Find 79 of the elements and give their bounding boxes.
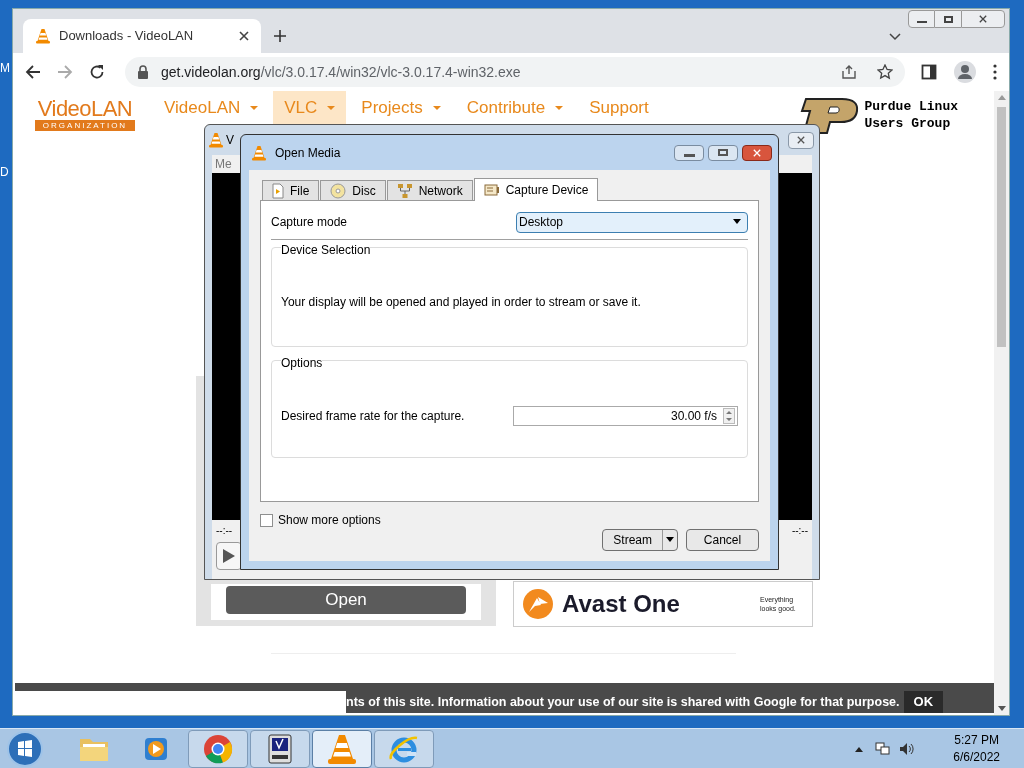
chevron-down-icon[interactable] [889, 30, 901, 42]
caret-icon [327, 105, 336, 111]
capture-mode-dropdown[interactable]: Desktop [516, 211, 748, 233]
logo-subtitle: ORGANIZATION [35, 120, 135, 131]
taskbar-app-button[interactable] [250, 729, 310, 768]
scrollbar-thumb[interactable] [997, 107, 1006, 347]
dialog-tab[interactable]: File [262, 180, 320, 200]
info-text: Your display will be opened and played in order to stream or save it. [281, 294, 642, 311]
chrome-icon [202, 732, 234, 765]
maximize-button[interactable] [935, 10, 961, 28]
clock[interactable]: 5:27 PM 6/6/2022 [953, 731, 1000, 766]
reload-icon[interactable] [89, 64, 105, 80]
back-arrow-icon[interactable] [25, 64, 41, 80]
menu-item[interactable]: Me [215, 155, 232, 173]
elapsed-time: --:-- [216, 523, 233, 538]
stream-split-button[interactable]: Stream [602, 529, 678, 551]
lock-icon [137, 65, 149, 79]
open-button[interactable]: Open [226, 586, 466, 614]
computer-icon [266, 732, 294, 765]
share-icon[interactable] [841, 64, 857, 80]
dropdown-arrow-icon[interactable] [666, 537, 674, 543]
capture-card-icon [483, 182, 500, 198]
taskbar-app-button[interactable] [312, 729, 372, 768]
close-icon [797, 136, 805, 144]
side-panel-icon[interactable] [921, 64, 937, 80]
close-icon [239, 31, 249, 41]
profile-icon[interactable] [953, 60, 977, 84]
field-label: Desired frame rate for the capture. [281, 408, 466, 425]
dialog-tab[interactable]: Network [386, 180, 473, 200]
traffic-cone-icon [35, 28, 51, 44]
cancel-button[interactable]: Cancel [686, 529, 759, 551]
traffic-cone-icon [208, 132, 224, 148]
desktop-icon-label: M [0, 60, 10, 77]
checkbox-label: Show more options [278, 512, 381, 529]
traffic-cone-icon [326, 732, 358, 765]
dialog-title: Open Media [275, 144, 341, 162]
close-icon [979, 15, 987, 23]
ad-brand: Avast One [562, 589, 680, 619]
traffic-cone-icon [251, 144, 267, 161]
scroll-down-arrow-icon[interactable] [997, 705, 1006, 711]
cookie-ok-button[interactable]: OK [903, 691, 943, 713]
tab-title: Downloads - VideoLAN [59, 27, 195, 46]
partner-name-line: Users Group [864, 115, 952, 132]
logo-text: VideoLAN [37, 98, 133, 120]
network-icon [396, 182, 413, 199]
minimize-button[interactable] [908, 10, 935, 28]
window-title: V [226, 132, 234, 149]
total-time: --:-- [791, 523, 808, 538]
scrollbar[interactable] [994, 91, 1009, 715]
more-vertical-icon[interactable] [993, 64, 997, 80]
caret-icon [250, 105, 259, 111]
play-icon [223, 549, 235, 563]
close-button[interactable] [788, 131, 814, 149]
close-icon [753, 148, 761, 157]
chevron-up-icon[interactable] [855, 745, 864, 752]
checkbox[interactable] [260, 513, 273, 527]
address-bar[interactable]: get.videolan.org/vlc/3.0.17.4/win32/vlc-3.0.17.4-win32.exe [125, 57, 905, 87]
cookie-text: nts of this site. Information about your use of our site is shared with Google for that purpose. [346, 693, 900, 711]
start-orb-icon[interactable] [6, 729, 44, 768]
minimize-button[interactable] [674, 144, 704, 161]
frame-rate-spinbox[interactable]: 30.00 f/s [513, 406, 738, 426]
desktop-icon-label: D [0, 164, 9, 181]
maximize-button[interactable] [708, 144, 738, 161]
browser-tab[interactable]: Downloads - VideoLAN [23, 19, 261, 53]
dialog-tab[interactable]: Capture Device [473, 178, 599, 201]
network-tray-icon[interactable] [875, 740, 892, 757]
star-icon[interactable] [877, 64, 893, 80]
caret-icon [555, 105, 564, 111]
field-label: Capture mode [271, 214, 349, 231]
dropdown-arrow-icon [733, 219, 741, 225]
avast-logo-icon [522, 588, 554, 620]
close-button[interactable] [742, 144, 772, 161]
play-button[interactable] [216, 542, 242, 570]
dialog-tab[interactable]: Disc [320, 180, 386, 200]
caret-icon [432, 105, 441, 111]
spin-arrows-icon[interactable] [723, 408, 735, 424]
url-text: get.videolan.org/vlc/3.0.17.4/win32/vlc-3.0.17.4-win32.exe [161, 62, 522, 82]
partner-name-line: Purdue Linux [864, 98, 958, 115]
plus-icon[interactable] [273, 29, 287, 43]
